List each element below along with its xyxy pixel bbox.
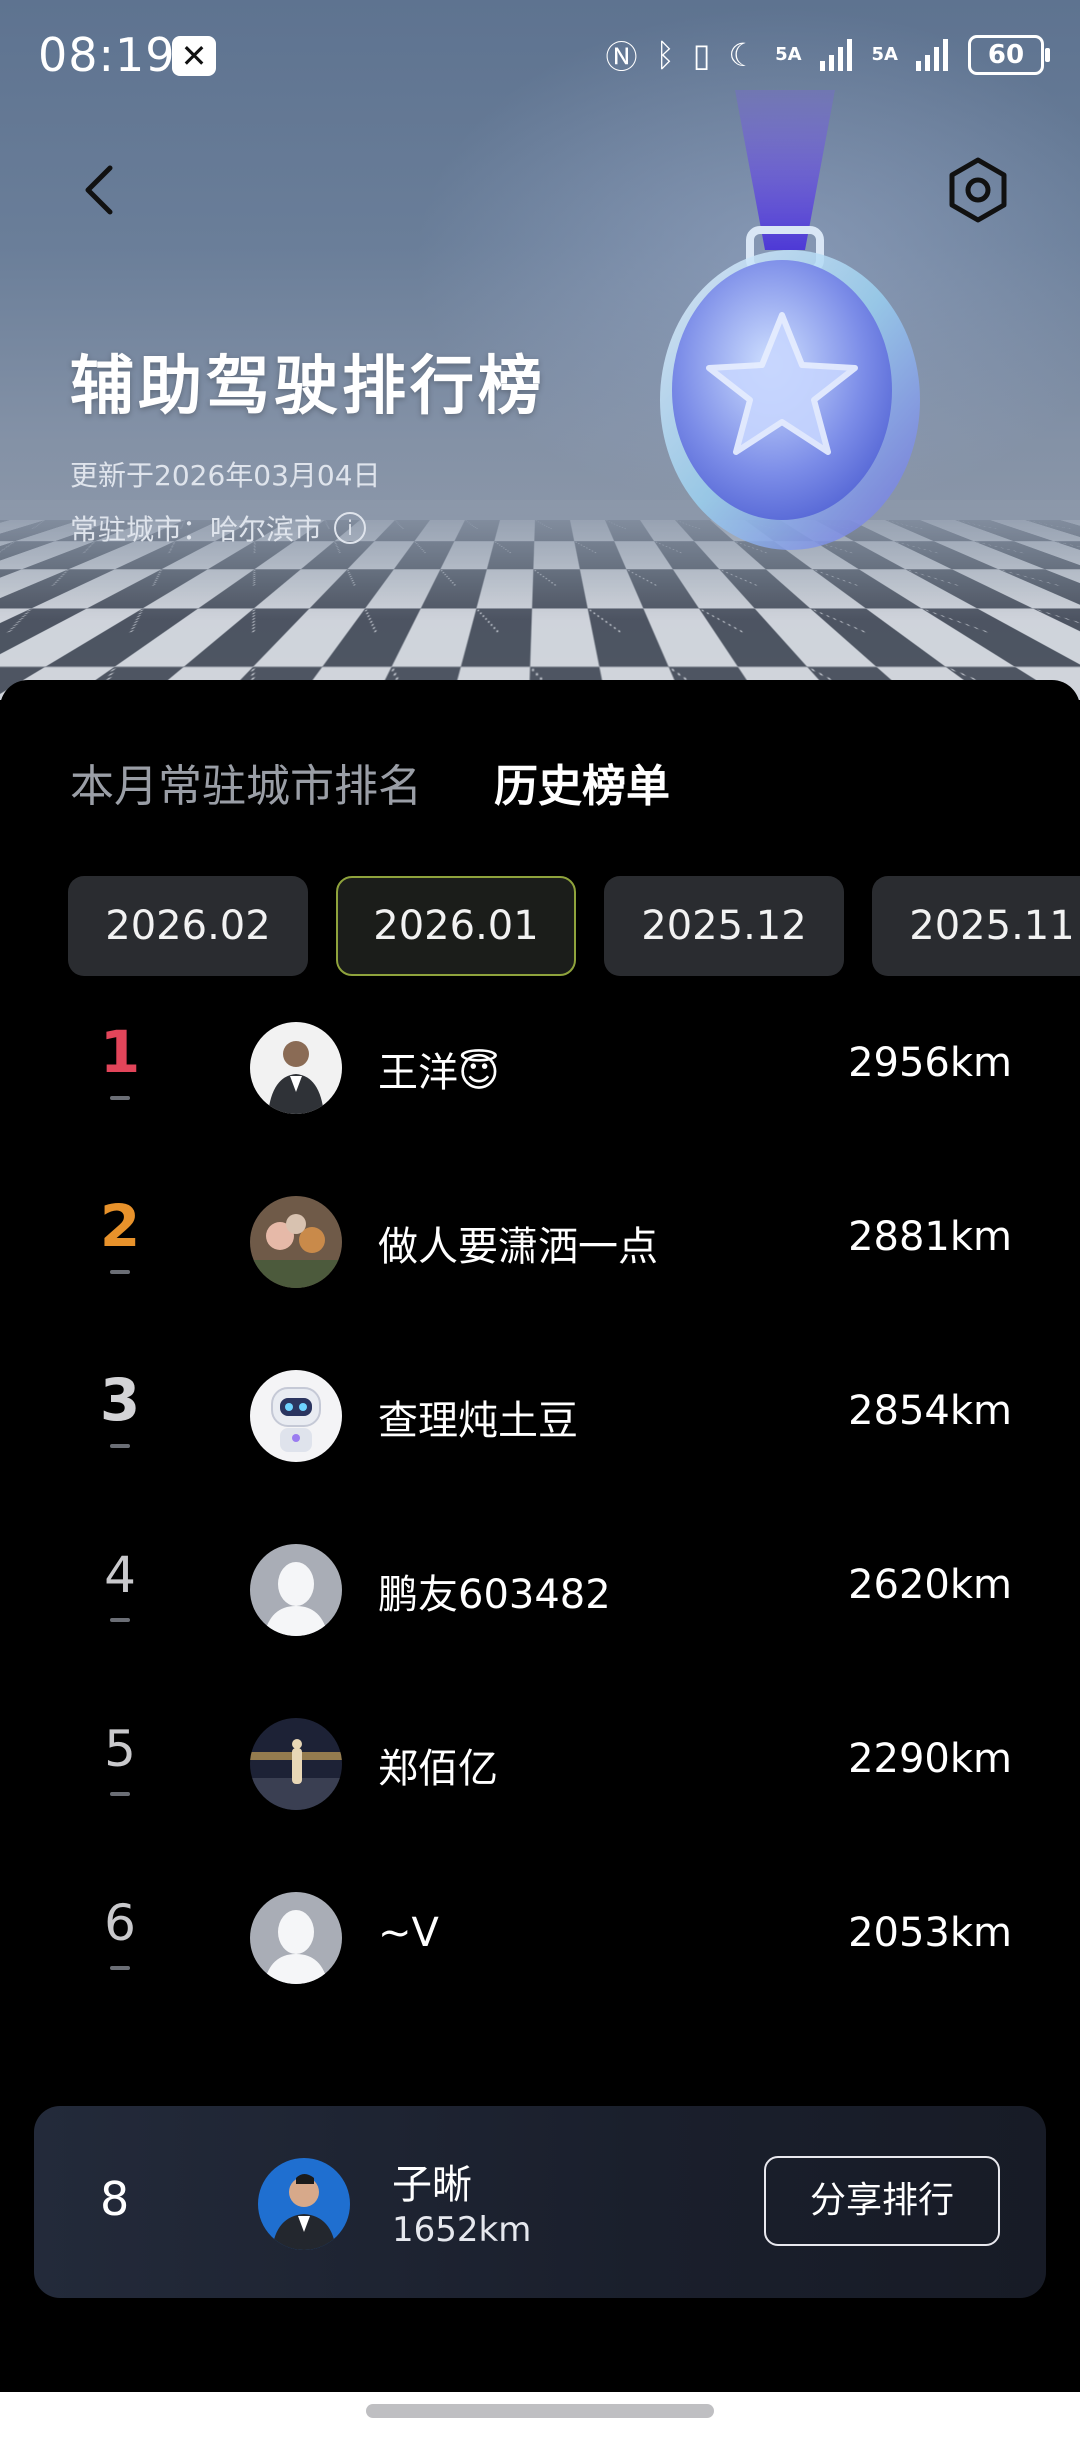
nfc-icon: Ⓝ xyxy=(606,32,638,78)
my-rank-number: 8 xyxy=(100,2172,129,2226)
distance: 2956km xyxy=(848,1040,1012,1086)
distance: 2881km xyxy=(848,1214,1012,1260)
month-selector: 2026.02 2026.01 2025.12 2025.11 xyxy=(68,876,1080,976)
user-name: 鹏友603482 xyxy=(378,1562,611,1620)
ranking-row[interactable]: 2 做人要潇洒一点 2881km xyxy=(0,1170,1080,1344)
battery-icon: 60 xyxy=(968,35,1044,75)
rank-number: 2 xyxy=(80,1192,160,1260)
bluetooth-icon: ᛒ xyxy=(656,36,675,74)
signal-1-icon xyxy=(820,39,854,71)
resident-city-label: 常驻城市：哈尔滨市 xyxy=(70,508,322,548)
settings-hexagon-icon[interactable] xyxy=(942,154,1014,226)
rank-change-dash xyxy=(110,1618,130,1622)
ranking-row[interactable]: 6 ~V 2053km xyxy=(0,1866,1080,2040)
tab-bar: 本月常驻城市排名 历史榜单 xyxy=(70,750,670,814)
signal-2-icon xyxy=(916,39,950,71)
app-notification-icon: ✕ xyxy=(172,36,216,76)
month-chip[interactable]: 2025.11 xyxy=(872,876,1080,976)
rank-change-dash xyxy=(110,1792,130,1796)
share-ranking-button[interactable]: 分享排行 xyxy=(764,2156,1000,2246)
ranking-list: 1 王洋😇 2956km 2 做人要潇洒一点 2881km 3 查理炖土豆 28… xyxy=(0,996,1080,2040)
avatar xyxy=(250,1022,342,1114)
rank-change-dash xyxy=(110,1270,130,1274)
vibrate-icon: ▯ xyxy=(693,36,711,74)
signal-2-label: 5A xyxy=(872,47,898,63)
ranking-row[interactable]: 3 查理炖土豆 2854km xyxy=(0,1344,1080,1518)
distance: 2290km xyxy=(848,1736,1012,1782)
signal-1-label: 5A xyxy=(775,47,801,63)
home-indicator[interactable] xyxy=(366,2404,714,2418)
status-time: 08:19 xyxy=(38,28,176,82)
resident-city: 常驻城市：哈尔滨市 i xyxy=(70,508,366,548)
rank-change-dash xyxy=(110,1966,130,1970)
do-not-disturb-moon-icon: ☾ xyxy=(728,36,757,74)
user-name: 郑佰亿 xyxy=(378,1736,498,1794)
my-distance: 1652km xyxy=(392,2210,531,2250)
avatar xyxy=(250,1196,342,1288)
rank-number: 4 xyxy=(80,1546,160,1604)
info-icon[interactable]: i xyxy=(334,512,366,544)
rank-number: 5 xyxy=(80,1720,160,1778)
month-chip-selected[interactable]: 2026.01 xyxy=(336,876,576,976)
ranking-row[interactable]: 1 王洋😇 2956km xyxy=(0,996,1080,1170)
updated-date: 更新于2026年03月04日 xyxy=(70,454,381,494)
rank-change-dash xyxy=(110,1444,130,1448)
rank-number: 3 xyxy=(80,1366,160,1434)
avatar xyxy=(250,1370,342,1462)
medal-illustration xyxy=(630,90,940,550)
distance: 2854km xyxy=(848,1388,1012,1434)
rank-number: 1 xyxy=(80,1018,160,1086)
user-name: 做人要潇洒一点 xyxy=(378,1214,658,1272)
my-name: 子晰 xyxy=(392,2152,472,2210)
default-avatar-icon xyxy=(250,1544,342,1636)
distance: 2620km xyxy=(848,1562,1012,1608)
navigation-area xyxy=(0,2392,1080,2444)
rank-change-dash xyxy=(110,1096,130,1100)
rank-number: 6 xyxy=(80,1894,160,1952)
ranking-row[interactable]: 4 鹏友603482 2620km xyxy=(0,1518,1080,1692)
ranking-row[interactable]: 5 郑佰亿 2290km xyxy=(0,1692,1080,1866)
default-avatar-icon xyxy=(250,1892,342,1984)
status-icons: Ⓝ ᛒ ▯ ☾ 5A 5A 60 xyxy=(606,30,1044,80)
month-chip[interactable]: 2026.02 xyxy=(68,876,308,976)
avatar xyxy=(250,1718,342,1810)
hero-header: 08:19 ✕ Ⓝ ᛒ ▯ ☾ 5A 5A 60 辅助驾驶排行榜 更新于2026… xyxy=(0,0,1080,700)
user-name: ~V xyxy=(378,1910,439,1956)
distance: 2053km xyxy=(848,1910,1012,1956)
my-rank-card: 8 子晰 1652km 分享排行 xyxy=(34,2106,1046,2298)
month-chip[interactable]: 2025.12 xyxy=(604,876,844,976)
back-chevron-icon[interactable] xyxy=(72,160,132,220)
status-bar: 08:19 ✕ Ⓝ ᛒ ▯ ☾ 5A 5A 60 xyxy=(0,0,1080,110)
tab-monthly-city-rank[interactable]: 本月常驻城市排名 xyxy=(70,750,422,814)
page-title: 辅助驾驶排行榜 xyxy=(70,335,546,427)
user-name: 王洋😇 xyxy=(378,1040,500,1098)
tab-history-board[interactable]: 历史榜单 xyxy=(494,750,670,814)
my-avatar xyxy=(258,2158,350,2250)
user-name: 查理炖土豆 xyxy=(378,1388,578,1446)
